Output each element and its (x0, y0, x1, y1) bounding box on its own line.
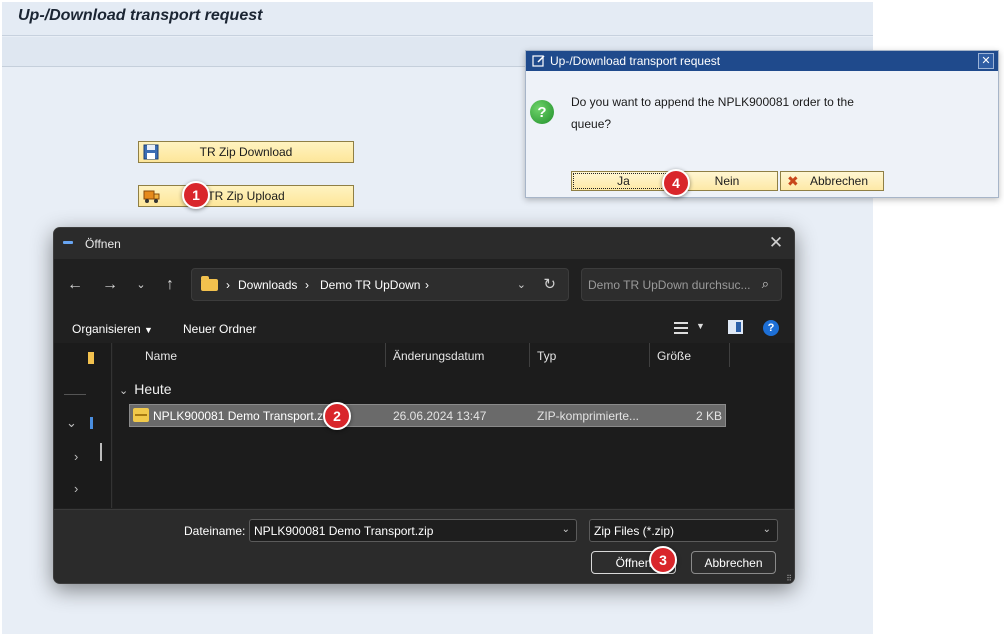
column-header-type[interactable]: Typ (537, 349, 556, 369)
group-label: Heute (134, 381, 172, 397)
column-header-modified[interactable]: Änderungsdatum (393, 349, 484, 369)
file-list: Name Änderungsdatum Typ Größe ⌄ Heute NPL… (113, 343, 794, 508)
expand-chevron-down-icon[interactable]: ⌄ (66, 415, 77, 431)
chevron-down-icon: ▼ (144, 325, 153, 335)
page-title: Up-/Download transport request (18, 7, 263, 24)
breadcrumb-downloads[interactable]: Downloads (238, 278, 297, 292)
ja-button[interactable]: Ja (571, 171, 676, 191)
resize-grip-icon[interactable]: ⠿ (786, 575, 792, 583)
nav-divider (64, 394, 86, 395)
folder-icon (201, 276, 218, 291)
tr-zip-upload-label: TR Zip Upload (207, 189, 285, 203)
tr-zip-upload-button[interactable]: TR Zip Upload (138, 185, 354, 207)
breadcrumb-separator: › (425, 278, 429, 292)
file-type-filter-select[interactable]: Zip Files (*.zip) ⌄ (589, 519, 778, 542)
column-separator[interactable] (385, 343, 386, 367)
file-name: NPLK900081 Demo Transport.zip (153, 409, 333, 423)
file-modified: 26.06.2024 13:47 (393, 409, 487, 423)
group-header-today[interactable]: ⌄ Heute (119, 381, 172, 397)
help-icon[interactable]: ? (763, 320, 779, 336)
tr-zip-download-label: TR Zip Download (199, 145, 293, 159)
organize-label: Organisieren (72, 322, 141, 336)
address-dropdown-chevron-icon[interactable]: ⌄ (517, 278, 526, 291)
app-icon (63, 241, 73, 244)
file-open-dialog: Öffnen ✕ ← → ⌄ ↑ › Downloads › Demo TR U… (53, 227, 795, 584)
forward-arrow-icon[interactable]: → (99, 274, 121, 296)
filename-label: Dateiname: (184, 524, 246, 538)
confirm-dialog-title-bar: Up-/Download transport request ✕ (526, 51, 998, 71)
question-icon: ? (530, 100, 554, 124)
navigation-pane: ⌄ › › (54, 343, 112, 508)
address-bar[interactable]: › Downloads › Demo TR UpDown › ⌄ ↻ (191, 268, 569, 301)
expand-chevron-right-icon[interactable]: › (74, 449, 78, 464)
filename-input[interactable]: NPLK900081 Demo Transport.zip ⌄ (249, 519, 577, 542)
column-header-size[interactable]: Größe (657, 349, 691, 369)
filter-value: Zip Files (*.zip) (594, 524, 675, 538)
column-separator[interactable] (649, 343, 650, 367)
file-dialog-footer: Dateiname: NPLK900081 Demo Transport.zip… (54, 509, 794, 583)
recent-locations-chevron-icon[interactable]: ⌄ (130, 274, 152, 296)
close-icon[interactable]: ✕ (978, 53, 994, 69)
refresh-icon[interactable]: ↻ (543, 275, 556, 293)
zip-file-icon (133, 408, 149, 422)
view-list-icon[interactable] (673, 321, 689, 335)
organize-menu[interactable]: Organisieren ▼ (72, 322, 153, 336)
cancel-x-icon: ✖ (787, 173, 799, 189)
nein-button[interactable]: Nein (676, 171, 778, 191)
step-marker-2: 2 (323, 402, 351, 430)
abbrechen-label: Abbrechen (809, 174, 869, 188)
preview-pane-icon[interactable] (728, 320, 743, 334)
append-confirm-dialog: Up-/Download transport request ✕ ? Do yo… (525, 50, 999, 198)
cancel-button[interactable]: Abbrechen (691, 551, 776, 574)
back-arrow-icon[interactable]: ← (64, 274, 86, 296)
step-marker-3: 3 (649, 546, 677, 574)
up-arrow-icon[interactable]: ↑ (159, 274, 181, 296)
search-placeholder: Demo TR UpDown durchsuc... (588, 278, 751, 292)
breadcrumb-demo-tr-updown[interactable]: Demo TR UpDown (320, 278, 420, 292)
expand-chevron-right-icon[interactable]: › (74, 481, 78, 496)
sap-title-bar: Up-/Download transport request (2, 2, 873, 36)
quick-access-folder-icon[interactable] (88, 352, 94, 364)
search-input[interactable]: Demo TR UpDown durchsuc... ⌕ (581, 268, 782, 301)
column-header-name[interactable]: Name (145, 349, 177, 369)
view-options-chevron-icon[interactable]: ▼ (696, 321, 705, 331)
close-icon[interactable]: ✕ (766, 233, 786, 253)
column-separator[interactable] (729, 343, 730, 367)
search-icon: ⌕ (761, 276, 769, 291)
chevron-down-icon: ⌄ (762, 524, 771, 535)
step-marker-1: 1 (182, 181, 210, 209)
filename-value: NPLK900081 Demo Transport.zip (254, 524, 434, 538)
floppy-disk-icon (143, 144, 159, 160)
file-type: ZIP-komprimierte... (537, 409, 640, 423)
breadcrumb-separator: › (305, 278, 309, 292)
abbrechen-button[interactable]: ✖ Abbrechen (780, 171, 884, 191)
file-dialog-title: Öffnen (85, 237, 121, 251)
file-size: 2 KB (695, 409, 722, 423)
dialog-edit-icon (532, 55, 545, 67)
command-bar: Organisieren ▼ Neuer Ordner ▼ ? (54, 315, 794, 343)
confirm-dialog-title: Up-/Download transport request (550, 54, 721, 68)
chevron-down-icon[interactable]: ⌄ (562, 524, 570, 535)
table-row[interactable]: NPLK900081 Demo Transport.zip 26.06.2024… (129, 404, 726, 427)
new-folder-button[interactable]: Neuer Ordner (183, 322, 256, 336)
breadcrumb-separator: › (226, 278, 230, 292)
file-dialog-title-bar: Öffnen ✕ (54, 228, 794, 259)
nav-scroll-indicator (100, 443, 102, 461)
column-separator[interactable] (529, 343, 530, 367)
tr-zip-download-button[interactable]: TR Zip Download (138, 141, 354, 163)
confirm-message: Do you want to append the NPLK900081 ord… (571, 95, 854, 131)
step-marker-4: 4 (662, 169, 690, 197)
truck-icon (143, 190, 160, 203)
group-collapse-chevron-icon: ⌄ (119, 385, 129, 397)
nav-item-drive-icon[interactable] (90, 417, 93, 429)
